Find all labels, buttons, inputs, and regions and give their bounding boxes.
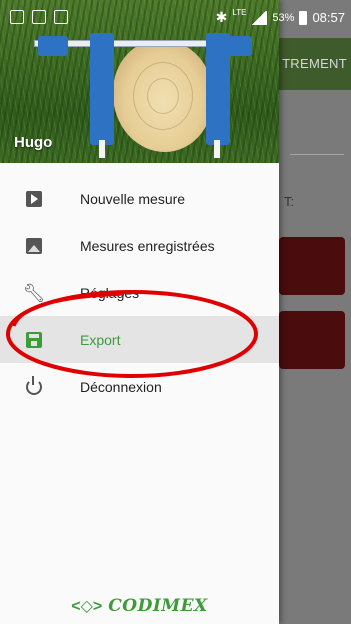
bluetooth-icon: ✱ — [215, 9, 228, 25]
menu-item-label: Nouvelle mesure — [80, 190, 186, 207]
gallery-icon — [54, 10, 68, 24]
background-button-1 — [279, 237, 345, 295]
background-label: T: — [284, 194, 295, 209]
battery-percent: 53% — [272, 11, 295, 24]
save-icon — [24, 330, 44, 350]
image-icon — [10, 10, 24, 24]
menu-item-label: Export — [80, 331, 121, 348]
play-icon — [24, 189, 44, 209]
menu-item-label: Déconnexion — [80, 378, 162, 395]
signal-icon — [251, 10, 268, 25]
log-image — [113, 40, 213, 152]
menu-item-mesures-enregistrees[interactable]: Mesures enregistrées — [0, 222, 279, 269]
logo-text: CODIMEX — [108, 596, 208, 616]
menu-item-reglages[interactable]: 🔧︎ Réglages — [0, 269, 279, 316]
menu-item-label: Réglages — [80, 284, 140, 301]
wrench-icon: 🔧︎ — [22, 282, 46, 303]
codimex-logo: <◇> CODIMEX — [0, 596, 279, 616]
network-type: LTE — [232, 8, 247, 17]
drawer-menu: Nouvelle mesure Mesures enregistrées 🔧︎ … — [0, 175, 279, 410]
image-icon — [24, 236, 44, 256]
menu-item-label: Mesures enregistrées — [80, 237, 215, 254]
battery-icon — [299, 10, 308, 25]
logo-mark-icon: <◇> — [71, 598, 103, 615]
navigation-drawer: Hugo Nouvelle mesure Mesures enregistrée… — [0, 0, 279, 624]
menu-item-export[interactable]: Export — [0, 316, 279, 363]
power-icon — [24, 375, 44, 397]
background-divider — [290, 154, 344, 155]
menu-item-nouvelle-mesure[interactable]: Nouvelle mesure — [0, 175, 279, 222]
clock: 08:57 — [312, 10, 345, 25]
background-toolbar-text: TREMENT — [282, 56, 347, 71]
status-bar: ✱ LTE 53% 08:57 — [0, 0, 351, 38]
menu-item-deconnexion[interactable]: Déconnexion — [0, 363, 279, 410]
screen-icon — [32, 10, 46, 24]
user-name: Hugo — [14, 134, 53, 151]
background-button-2 — [279, 311, 345, 369]
